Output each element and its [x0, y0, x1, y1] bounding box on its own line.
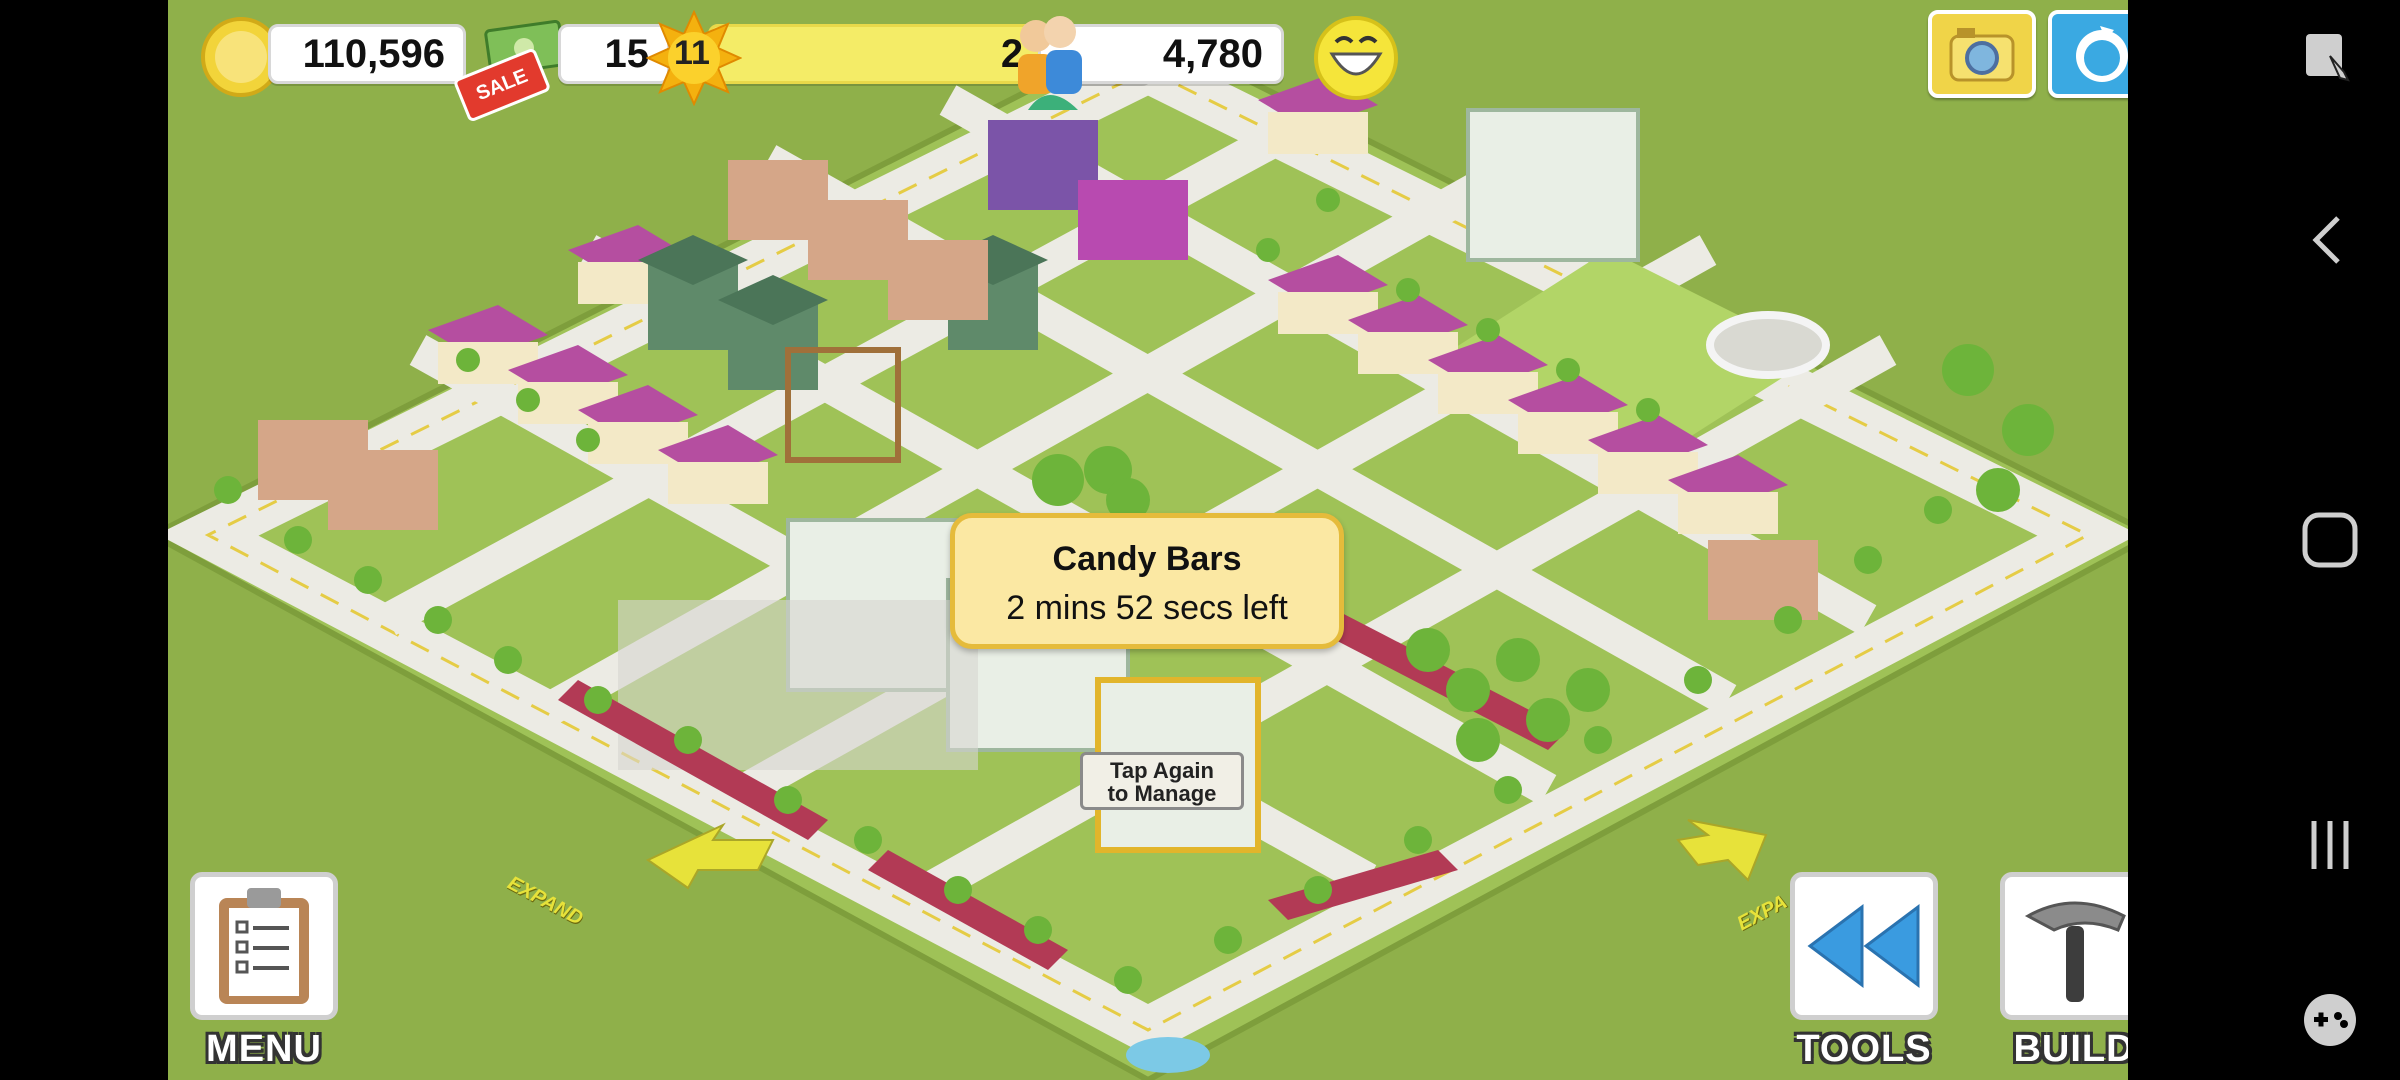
tap-sign-line2: to Manage [1107, 781, 1217, 806]
smiley-icon[interactable] [1312, 14, 1400, 102]
pond [1126, 1037, 1210, 1073]
population-icon [1018, 16, 1082, 94]
coins-counter[interactable]: 110,596 [268, 24, 466, 84]
game-viewport[interactable]: EXPAND EXPA 110,596 15 SALE 2,887 11 4,7… [168, 0, 2128, 1080]
camera-button[interactable] [1928, 10, 2036, 98]
tools-button[interactable] [1790, 872, 1938, 1020]
menu-label[interactable]: MENU [179, 1028, 349, 1071]
production-tooltip[interactable]: Candy Bars 2 mins 52 secs left [950, 513, 1344, 649]
coins-value: 110,596 [302, 31, 445, 76]
social-share-icon [2076, 26, 2128, 82]
fountain [1706, 311, 1830, 379]
population-value: 4,780 [1162, 31, 1263, 76]
game-controller-icon[interactable] [2300, 990, 2360, 1050]
clipboard-icon [219, 888, 309, 1004]
home-icon[interactable] [2300, 510, 2360, 570]
rewind-icon [1807, 904, 1920, 988]
expand-right-arrow[interactable] [1676, 819, 1768, 882]
build-label[interactable]: BUILD [1989, 1028, 2128, 1071]
hammer-icon [2024, 901, 2126, 1002]
cash-value: 15 [604, 31, 650, 76]
menu-button[interactable] [190, 872, 338, 1020]
screenshot-edit-icon[interactable] [2300, 28, 2360, 88]
recents-icon[interactable] [2300, 815, 2360, 875]
tap-again-sign[interactable]: Tap Again to Manage [1080, 752, 1244, 810]
tap-sign-line1: Tap Again [1110, 758, 1214, 783]
tools-label[interactable]: TOOLS [1779, 1028, 1949, 1071]
level-value: 11 [674, 34, 710, 72]
back-icon[interactable] [2300, 210, 2360, 270]
camera-icon [1949, 28, 2015, 82]
tooltip-time-left: 2 mins 52 secs left [1006, 589, 1288, 627]
tooltip-title: Candy Bars [1052, 540, 1242, 578]
build-button[interactable] [2000, 872, 2128, 1020]
social-share-button[interactable] [2048, 10, 2128, 98]
